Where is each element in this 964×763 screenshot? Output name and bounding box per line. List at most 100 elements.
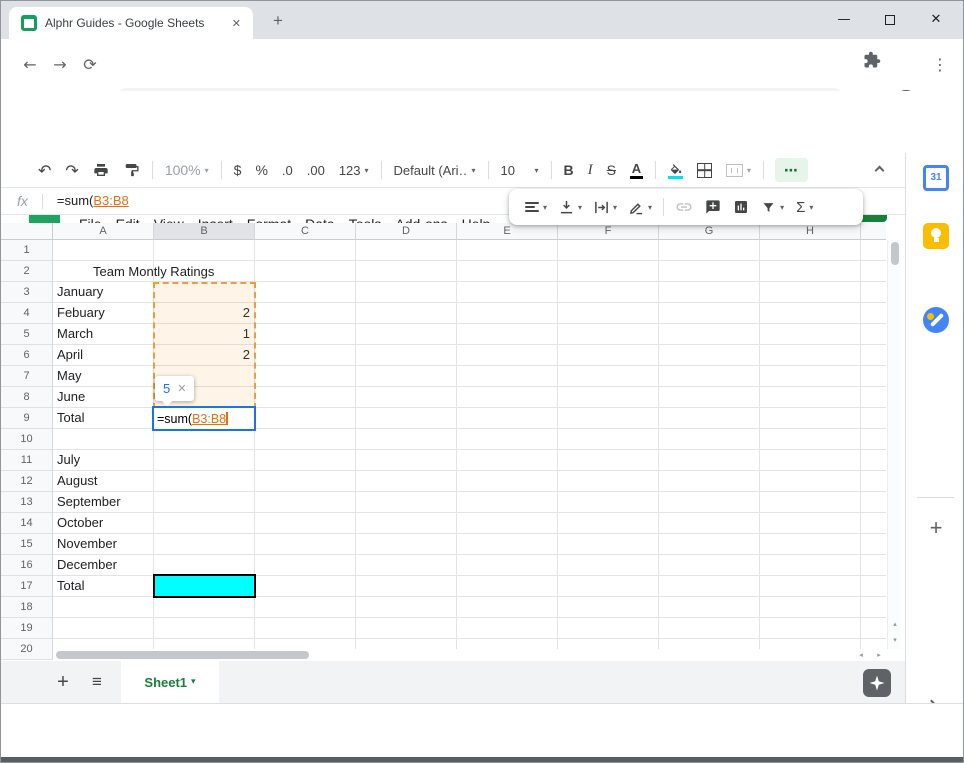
cell-g9[interactable]	[659, 408, 760, 429]
row-header-12[interactable]: 12	[1, 471, 53, 492]
cell-b13[interactable]	[154, 492, 255, 513]
all-sheets-button[interactable]: ≡	[85, 670, 109, 694]
cell-a17[interactable]: Total	[53, 576, 154, 597]
insert-chart-button[interactable]	[727, 199, 755, 215]
cell-e9[interactable]	[457, 408, 558, 429]
strikethrough-button[interactable]: S	[600, 157, 623, 183]
text-wrap-button[interactable]: ▾	[588, 200, 623, 215]
cell-h14[interactable]	[760, 513, 861, 534]
vertical-scrollbar-thumb[interactable]	[891, 242, 899, 265]
cell-partial-15[interactable]	[861, 534, 886, 555]
row-header-3[interactable]: 3	[1, 282, 53, 303]
row-header-10[interactable]: 10	[1, 429, 53, 450]
cell-c10[interactable]	[255, 429, 356, 450]
cell-partial-17[interactable]	[861, 576, 886, 597]
cell-h9[interactable]	[760, 408, 861, 429]
cell-f12[interactable]	[558, 471, 659, 492]
cell-d5[interactable]	[356, 324, 457, 345]
cell-c18[interactable]	[255, 597, 356, 618]
merge-cells-button[interactable]: ▾	[719, 157, 758, 183]
cell-c4[interactable]	[255, 303, 356, 324]
forward-button[interactable]: →	[47, 52, 73, 78]
add-addon-button[interactable]: +	[923, 515, 949, 541]
column-header-partial[interactable]	[861, 223, 886, 240]
cell-e13[interactable]	[457, 492, 558, 513]
cell-e2[interactable]	[457, 261, 558, 282]
cell-h6[interactable]	[760, 345, 861, 366]
cell-d7[interactable]	[356, 366, 457, 387]
cell-h18[interactable]	[760, 597, 861, 618]
cell-b18[interactable]	[154, 597, 255, 618]
zoom-select[interactable]: 100% ▾	[158, 157, 216, 183]
cell-e3[interactable]	[457, 282, 558, 303]
cell-h17[interactable]	[760, 576, 861, 597]
cell-a16[interactable]: December	[53, 555, 154, 576]
row-header-17[interactable]: 17	[1, 576, 53, 597]
cell-d16[interactable]	[356, 555, 457, 576]
cell-f13[interactable]	[558, 492, 659, 513]
cell-g13[interactable]	[659, 492, 760, 513]
column-header-e[interactable]: E	[457, 223, 558, 240]
cell-d4[interactable]	[356, 303, 457, 324]
cell-e8[interactable]	[457, 387, 558, 408]
sheet-tab-menu-icon[interactable]: ▾	[191, 677, 196, 687]
cell-e6[interactable]	[457, 345, 558, 366]
cell-f3[interactable]	[558, 282, 659, 303]
cell-g14[interactable]	[659, 513, 760, 534]
cell-c5[interactable]	[255, 324, 356, 345]
cell-f2[interactable]	[558, 261, 659, 282]
cell-b12[interactable]	[154, 471, 255, 492]
cell-d17[interactable]	[356, 576, 457, 597]
cell-c13[interactable]	[255, 492, 356, 513]
cell-e12[interactable]	[457, 471, 558, 492]
cell-a11[interactable]: July	[53, 450, 154, 471]
row-header-11[interactable]: 11	[1, 450, 53, 471]
cell-g12[interactable]	[659, 471, 760, 492]
functions-button[interactable]: Σ ▾	[790, 199, 819, 216]
row-header-9[interactable]: 9	[1, 408, 53, 429]
paint-format-button[interactable]	[116, 157, 147, 183]
google-calendar-icon[interactable]: 31	[923, 165, 949, 191]
insert-comment-button[interactable]	[699, 199, 727, 215]
cell-a12[interactable]: August	[53, 471, 154, 492]
cell-g6[interactable]	[659, 345, 760, 366]
cell-c15[interactable]	[255, 534, 356, 555]
minimize-button[interactable]: —	[827, 1, 861, 39]
cell-f5[interactable]	[558, 324, 659, 345]
cell-e16[interactable]	[457, 555, 558, 576]
font-size-select[interactable]: 10 ▾	[494, 157, 546, 183]
row-header-5[interactable]: 5	[1, 324, 53, 345]
cell-partial-16[interactable]	[861, 555, 886, 576]
cell-f1[interactable]	[558, 240, 659, 261]
redo-button[interactable]: ↷	[58, 157, 85, 183]
scroll-right-icon[interactable]: ▸	[871, 649, 887, 661]
cell-c12[interactable]	[255, 471, 356, 492]
cell-e5[interactable]	[457, 324, 558, 345]
cell-h12[interactable]	[760, 471, 861, 492]
fill-color-button[interactable]	[661, 157, 690, 183]
text-color-button[interactable]: A	[623, 157, 650, 183]
cell-f8[interactable]	[558, 387, 659, 408]
reload-button[interactable]: ⟳	[77, 52, 103, 78]
explore-button[interactable]	[863, 669, 891, 697]
font-select[interactable]: Default (Ari… ▾	[387, 157, 483, 183]
insert-link-button[interactable]	[669, 198, 699, 216]
row-header-18[interactable]: 18	[1, 597, 53, 618]
column-header-g[interactable]: G	[659, 223, 760, 240]
cell-partial-3[interactable]	[861, 282, 886, 303]
row-header-13[interactable]: 13	[1, 492, 53, 513]
cell-d6[interactable]	[356, 345, 457, 366]
scroll-down-icon[interactable]: ▾	[888, 633, 902, 648]
maximize-button[interactable]	[873, 1, 907, 39]
horizontal-scrollbar-thumb[interactable]	[56, 651, 309, 659]
cell-d11[interactable]	[356, 450, 457, 471]
cell-partial-7[interactable]	[861, 366, 886, 387]
row-header-4[interactable]: 4	[1, 303, 53, 324]
cell-c2[interactable]	[255, 261, 356, 282]
cell-partial-14[interactable]	[861, 513, 886, 534]
cell-e1[interactable]	[457, 240, 558, 261]
cell-h10[interactable]	[760, 429, 861, 450]
borders-button[interactable]	[690, 157, 719, 183]
cell-a19[interactable]	[53, 618, 154, 639]
cell-partial-4[interactable]	[861, 303, 886, 324]
